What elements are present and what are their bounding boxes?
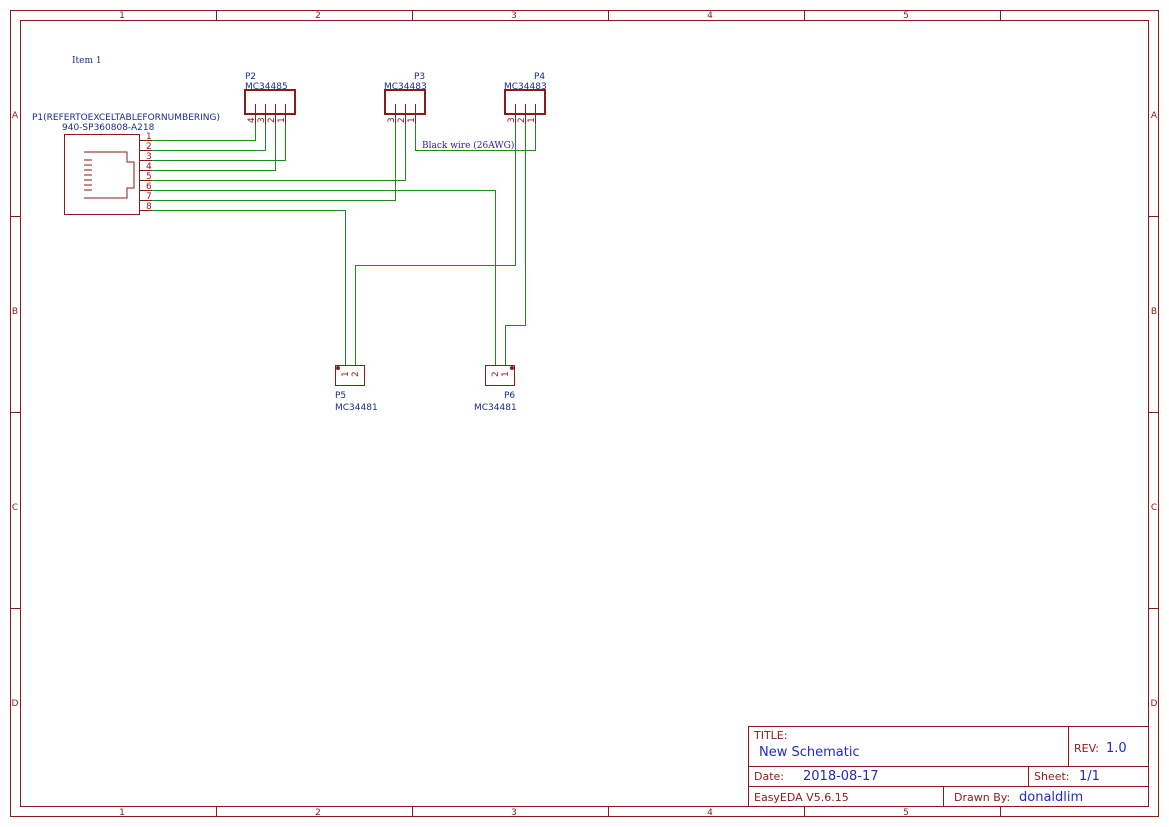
zone-row-d-right: D — [1151, 699, 1158, 709]
schematic-sheet: 1 2 3 4 5 1 2 3 4 5 A B C D A B C D Item… — [10, 10, 1159, 818]
connector-p6[interactable]: 2 1 P6 MC34481 — [474, 365, 517, 414]
p4-pin-3: 3 — [507, 117, 517, 123]
wire-note: Black wire (26AWG) — [422, 140, 514, 151]
p1-pin-3: 3 — [146, 152, 152, 162]
wire-p1-5-p3-2[interactable] — [152, 124, 406, 181]
zone-row-a-left: A — [12, 111, 19, 121]
sheet-label: Sheet: — [1034, 770, 1070, 783]
zone-row-b-left: B — [12, 307, 18, 317]
connector-p1[interactable]: P1(REFERTOEXCELTABLEFORNUMBERING) 940-SP… — [32, 113, 220, 215]
software-version: EasyEDA V5.6.15 — [754, 791, 849, 804]
wire-p4-3-p5-2[interactable] — [355, 124, 516, 365]
p1-pin-1: 1 — [146, 132, 152, 142]
p2-reference: P2 — [245, 72, 256, 82]
zone-col-1-bottom: 1 — [119, 808, 125, 818]
p3-pin-2: 2 — [397, 117, 407, 123]
p2-pin-3: 3 — [257, 117, 267, 123]
rev-label: REV: — [1074, 742, 1099, 755]
zone-col-5-top: 5 — [903, 11, 909, 21]
p4-reference: P4 — [534, 72, 545, 82]
title-block: TITLE: New Schematic REV: 1.0 Date: 2018… — [748, 726, 1149, 807]
drawn-by-value: donaldlim — [1019, 790, 1083, 805]
zone-labels: 1 2 3 4 5 1 2 3 4 5 A B C D A B C D — [12, 11, 1158, 818]
sheet-value: 1/1 — [1079, 769, 1100, 784]
wire-p1-2-p2-3[interactable] — [152, 124, 266, 151]
rj45-contacts — [84, 159, 92, 191]
wire-p1-1-p2-4[interactable] — [152, 124, 256, 141]
connector-p2[interactable]: P2 MC34485 4 3 2 1 — [244, 72, 296, 124]
zone-row-d-left: D — [12, 699, 19, 709]
date-value: 2018-08-17 — [803, 769, 879, 784]
p6-reference: P6 — [504, 391, 515, 401]
p4-pin-2: 2 — [517, 117, 527, 123]
zone-col-3-top: 3 — [511, 11, 517, 21]
wire-p1-7-p3-3[interactable] — [152, 124, 396, 201]
p3-reference: P3 — [414, 72, 425, 82]
wires — [152, 124, 536, 365]
zone-col-4-bottom: 4 — [707, 808, 713, 818]
p6-pin-2: 2 — [491, 371, 501, 377]
p3-pin-3: 3 — [387, 117, 397, 123]
rev-value: 1.0 — [1106, 741, 1127, 756]
title-value: New Schematic — [759, 745, 860, 760]
p1-pin-7: 7 — [146, 192, 152, 202]
zone-col-2-bottom: 2 — [315, 808, 321, 818]
zone-row-a-right: A — [1151, 111, 1158, 121]
date-label: Date: — [754, 770, 784, 783]
zone-col-5-bottom: 5 — [903, 808, 909, 818]
connector-p3[interactable]: P3 MC34483 3 2 1 — [384, 72, 427, 124]
connector-p4[interactable]: P4 MC34483 3 2 1 — [504, 72, 547, 124]
p2-body — [244, 89, 296, 115]
p2-pin-1: 1 — [277, 117, 287, 123]
outer-border — [10, 10, 1159, 817]
zone-row-b-right: B — [1151, 307, 1157, 317]
p1-pin-5: 5 — [146, 172, 152, 182]
p5-pin-1: 1 — [341, 371, 351, 377]
title-label: TITLE: — [753, 729, 787, 742]
p4-pin-1: 1 — [527, 117, 537, 123]
zone-col-1-top: 1 — [119, 11, 125, 21]
p5-pin1-marker — [336, 366, 340, 370]
wire-p1-6-p6-2[interactable] — [152, 190, 496, 366]
p1-pin-2: 2 — [146, 142, 152, 152]
p1-pin-8: 8 — [146, 202, 152, 212]
drawn-by-label: Drawn By: — [954, 791, 1010, 804]
inner-border — [20, 20, 1149, 807]
p5-pin-2: 2 — [351, 371, 361, 377]
row-dividers — [10, 216, 1158, 609]
wire-p1-8-p5-1[interactable] — [152, 210, 346, 366]
zone-row-c-right: C — [1151, 503, 1157, 513]
p3-pin-1: 1 — [407, 117, 417, 123]
p1-pin-6: 6 — [146, 182, 152, 192]
p1-reference: P1(REFERTOEXCELTABLEFORNUMBERING) — [32, 113, 220, 123]
p6-pin-1: 1 — [501, 371, 511, 377]
p1-pin-4: 4 — [146, 162, 152, 172]
p2-pin-2: 2 — [267, 117, 277, 123]
zone-row-c-left: C — [12, 503, 18, 513]
p5-reference: P5 — [335, 391, 346, 401]
zone-col-4-top: 4 — [707, 11, 713, 21]
p6-pin1-marker — [510, 366, 514, 370]
p1-value: 940-SP360808-A218 — [62, 123, 155, 133]
p5-value: MC34481 — [335, 403, 378, 413]
p1-body — [64, 134, 140, 215]
item-note: Item 1 — [72, 56, 102, 66]
zone-col-3-bottom: 3 — [511, 808, 517, 818]
zone-col-2-top: 2 — [315, 11, 321, 21]
p2-pin-4: 4 — [247, 117, 257, 123]
p6-value: MC34481 — [474, 403, 517, 413]
wire-p1-4-p2-2[interactable] — [152, 124, 276, 171]
connector-p5[interactable]: 1 2 P5 MC34481 — [335, 365, 378, 414]
column-dividers — [216, 10, 1001, 816]
